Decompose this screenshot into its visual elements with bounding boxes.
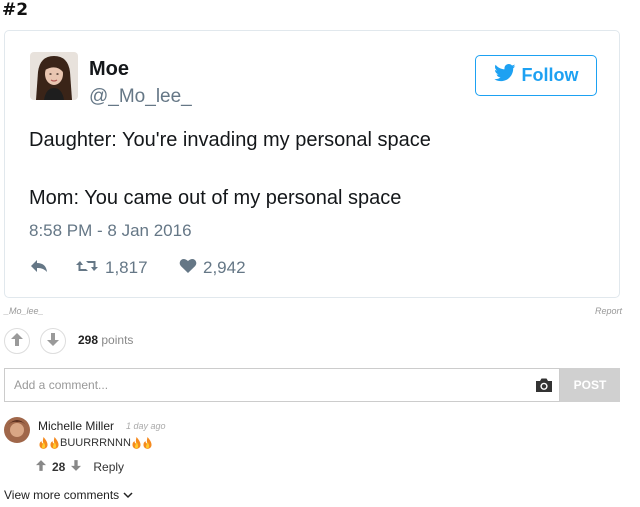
reply-action[interactable] xyxy=(29,258,75,279)
tweet-text-line-1: Daughter: You're invading my personal sp… xyxy=(29,129,431,151)
comment-input[interactable] xyxy=(5,369,525,401)
chevron-down-icon xyxy=(123,488,133,502)
comment-time: 1 day ago xyxy=(126,421,166,431)
retweet-action[interactable]: 1,817 xyxy=(75,258,179,279)
tweet-timestamp[interactable]: 8:58 PM - 8 Jan 2016 xyxy=(29,221,192,241)
camera-icon[interactable] xyxy=(535,377,553,395)
points-count: 298 points xyxy=(78,333,133,347)
comment-text: BUURRRNNN xyxy=(38,437,153,449)
tweet-text-line-2: Mom: You came out of my personal space xyxy=(29,187,402,209)
view-more-label: View more comments xyxy=(4,488,120,502)
arrow-up-icon xyxy=(11,333,23,349)
comment-author[interactable]: Michelle Miller xyxy=(38,419,114,433)
user-name[interactable]: Moe xyxy=(89,58,129,81)
fire-icon xyxy=(38,437,49,449)
fire-icon xyxy=(131,437,142,449)
user-avatar[interactable] xyxy=(30,52,78,100)
commenter-avatar[interactable] xyxy=(4,417,30,443)
downvote-button[interactable] xyxy=(40,328,66,354)
view-more-comments[interactable]: View more comments xyxy=(4,488,133,502)
points-value: 298 xyxy=(78,333,99,347)
follow-button[interactable]: Follow xyxy=(475,55,597,96)
arrow-up-icon[interactable] xyxy=(36,460,46,474)
embedded-tweet: Moe @_Mo_lee_ Follow Daughter: You're in… xyxy=(4,30,620,298)
points-label: points xyxy=(101,333,134,347)
comment-score: 28 xyxy=(52,460,66,474)
comment-form xyxy=(4,368,560,402)
reply-icon xyxy=(29,258,49,279)
fire-icon xyxy=(49,437,60,449)
retweet-icon xyxy=(75,258,99,279)
upvote-button[interactable] xyxy=(4,328,30,354)
follow-label: Follow xyxy=(521,65,579,85)
heart-icon xyxy=(179,258,197,279)
comment-reply-link[interactable]: Reply xyxy=(93,460,124,474)
comment-text-body: BUURRRNNN xyxy=(60,437,131,449)
twitter-bird-icon xyxy=(493,64,516,87)
source-credit[interactable]: _Mo_lee_ xyxy=(4,306,44,316)
post-comment-button[interactable]: POST xyxy=(560,368,620,402)
like-count: 2,942 xyxy=(203,258,246,277)
retweet-count: 1,817 xyxy=(105,258,148,277)
arrow-down-icon[interactable] xyxy=(71,460,82,474)
like-action[interactable]: 2,942 xyxy=(179,258,246,279)
arrow-down-icon xyxy=(47,333,59,349)
tweet-actions: 1,817 2,942 xyxy=(29,257,246,279)
post-number: #2 xyxy=(2,0,29,20)
report-link[interactable]: Report xyxy=(595,306,622,316)
comment-votes: 28 Reply xyxy=(36,460,124,474)
user-handle[interactable]: @_Mo_lee_ xyxy=(89,86,192,108)
fire-icon xyxy=(142,437,153,449)
